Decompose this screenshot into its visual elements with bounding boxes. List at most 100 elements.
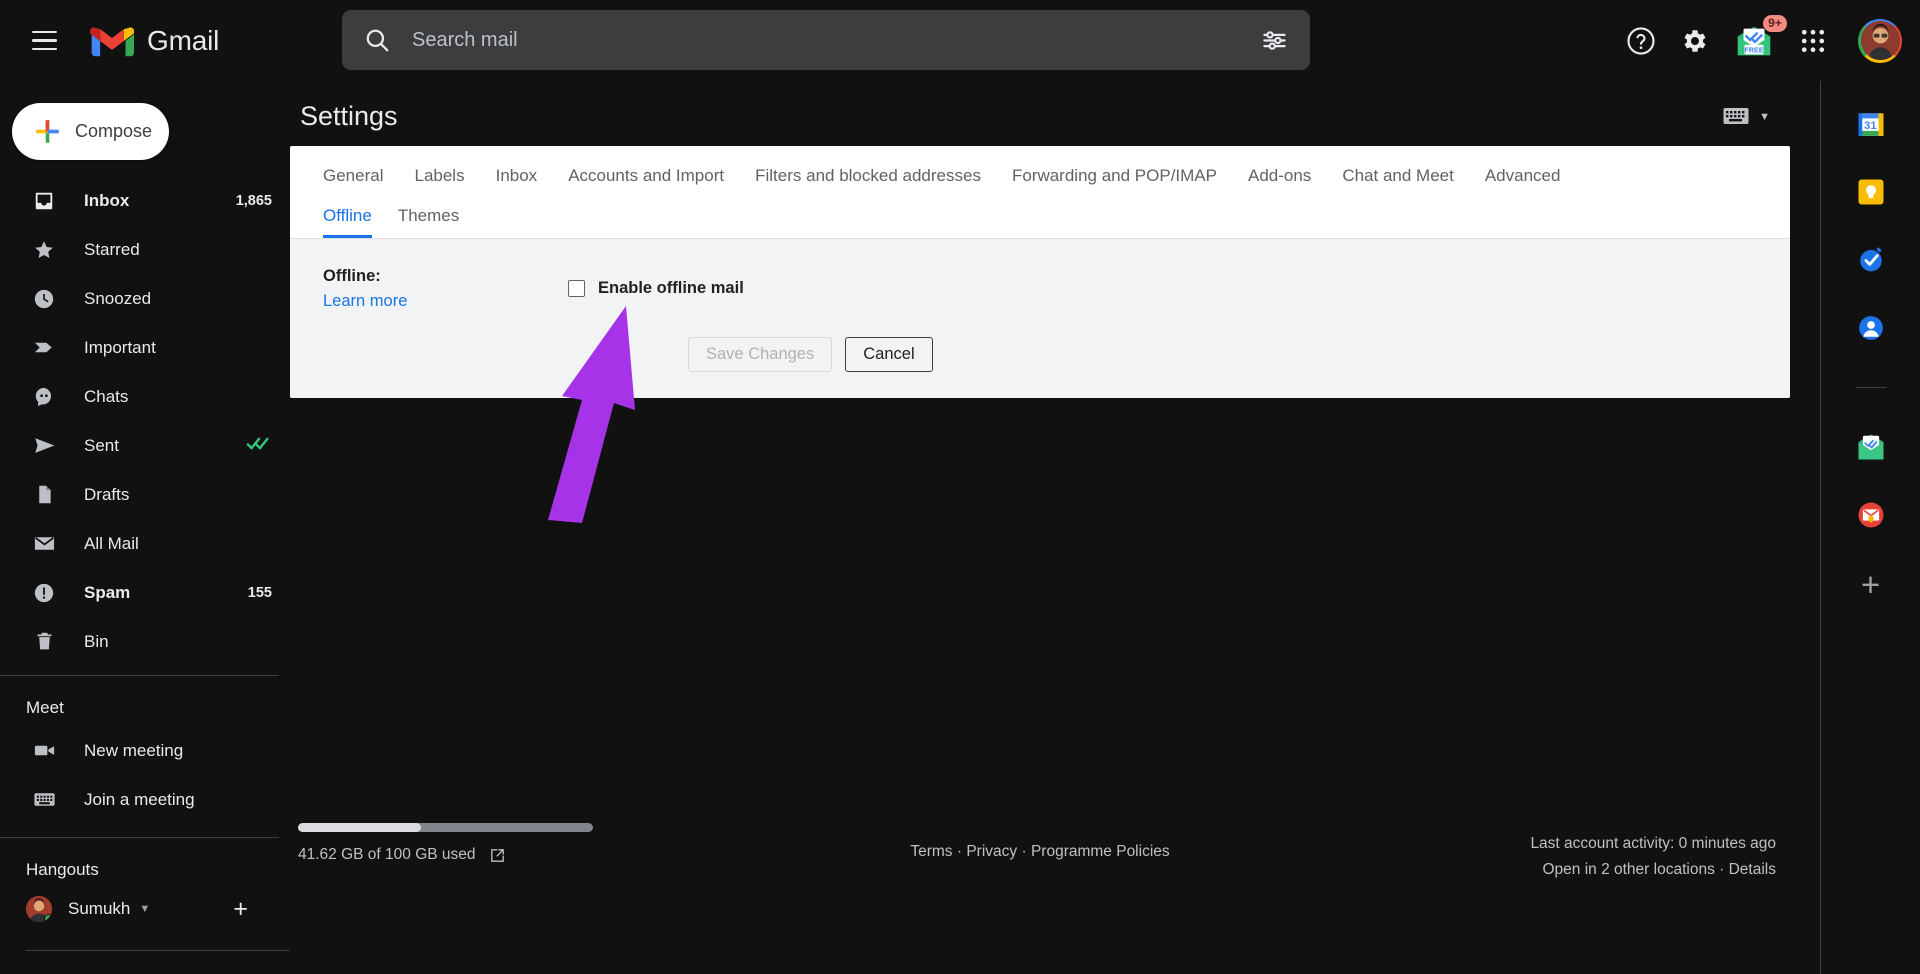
sidebar-item-new-meeting[interactable]: New meeting (0, 726, 290, 775)
header-actions: FREE 9+ (1626, 0, 1902, 81)
compose-label: Compose (75, 121, 153, 141)
sidebar-item-snoozed[interactable]: Snoozed (0, 274, 290, 323)
mailtrack-badge: 9+ (1763, 14, 1787, 32)
sidebar-item-join-meeting[interactable]: Join a meeting (0, 775, 290, 824)
keyboard-icon (32, 788, 56, 812)
tune-options-icon[interactable] (1261, 27, 1288, 54)
rail-divider (1855, 387, 1886, 388)
storage-bar (298, 823, 593, 832)
google-calendar-icon[interactable]: 31 (1856, 109, 1886, 139)
hangouts-section-heading: Hangouts (26, 860, 99, 879)
compose-button[interactable]: Compose (12, 103, 169, 160)
sidebar-item-important[interactable]: Important (0, 323, 290, 372)
sidebar-item-drafts[interactable]: Drafts (0, 470, 290, 519)
sidebar-item-spam[interactable]: Spam 155 (0, 568, 290, 617)
offline-label-group: Offline: Learn more (323, 265, 568, 311)
subtab-themes[interactable]: Themes (398, 206, 459, 238)
sidebar-item-starred[interactable]: Starred (0, 225, 290, 274)
brand-name: Gmail (147, 24, 220, 56)
terms-link[interactable]: Terms (910, 843, 952, 860)
tab-accounts-and-import[interactable]: Accounts and Import (568, 166, 724, 192)
google-tasks-icon[interactable] (1856, 245, 1886, 275)
send-icon (32, 434, 56, 458)
offline-settings-panel: Offline: Learn more Enable offline mail … (290, 239, 1790, 398)
tab-labels[interactable]: Labels (414, 166, 464, 192)
enable-offline-mail-row[interactable]: Enable offline mail (568, 265, 744, 311)
sidebar-item-label: Sent (84, 435, 119, 455)
chat-icon (32, 385, 56, 409)
account-avatar[interactable] (1858, 18, 1902, 63)
sidebar-item-count: 155 (247, 584, 272, 601)
sidebar-item-label: New meeting (84, 740, 184, 760)
tab-inbox[interactable]: Inbox (496, 166, 538, 192)
input-tools-control[interactable]: ▼ (1723, 107, 1770, 126)
details-link[interactable]: Details (1729, 861, 1776, 878)
gmail-settings-page: Gmail Search mail FREE 9+ Compose Inbox … (0, 0, 1920, 974)
top-bar: Gmail Search mail FREE 9+ (0, 0, 1920, 81)
privacy-link[interactable]: Privacy (966, 843, 1017, 860)
plus-compose-icon (36, 120, 59, 143)
main-content: Settings ▼ General Labels Inbox Accounts… (290, 81, 1820, 974)
save-changes-button[interactable]: Save Changes (688, 336, 833, 372)
boomerang-addon-icon[interactable] (1856, 500, 1886, 530)
tab-advanced[interactable]: Advanced (1485, 166, 1561, 192)
search-icon (366, 29, 389, 52)
sidebar-item-count: 1,865 (235, 192, 272, 209)
mailtrack-addon-icon[interactable] (1856, 432, 1886, 462)
left-sidebar: Compose Inbox 1,865 Starred Snoozed Impo… (0, 81, 290, 974)
google-apps-icon[interactable] (1798, 26, 1828, 56)
sidebar-item-sent[interactable]: Sent (0, 421, 290, 470)
google-contacts-icon[interactable] (1856, 313, 1886, 343)
spam-icon (32, 581, 56, 605)
page-title: Settings (300, 101, 398, 131)
sidebar-item-label: Bin (84, 631, 109, 651)
avatar-photo-icon (1860, 21, 1900, 60)
offline-row: Offline: Learn more Enable offline mail (290, 239, 1790, 311)
google-keep-icon[interactable] (1856, 177, 1886, 207)
open-locations-text: Open in 2 other locations (1542, 860, 1715, 878)
sidebar-divider-3 (26, 950, 290, 951)
inbox-icon (32, 189, 56, 213)
tab-filters-and-blocked-addresses[interactable]: Filters and blocked addresses (755, 166, 981, 192)
sidebar-item-all-mail[interactable]: All Mail (0, 519, 290, 568)
support-icon[interactable] (1626, 26, 1656, 56)
hangouts-avatar (26, 896, 52, 922)
chevron-down-icon[interactable]: ▼ (139, 903, 150, 915)
tab-general[interactable]: General (323, 166, 383, 192)
cancel-button[interactable]: Cancel (845, 336, 933, 372)
settings-subtabs: Offline Themes (290, 192, 1790, 238)
svg-text:FREE: FREE (1744, 46, 1763, 54)
subtab-offline[interactable]: Offline (323, 206, 372, 238)
settings-card: General Labels Inbox Accounts and Import… (290, 146, 1790, 398)
sidebar-item-chats[interactable]: Chats (0, 372, 290, 421)
hangouts-add-icon[interactable]: + (233, 896, 248, 922)
hangouts-user-row[interactable]: Sumukh ▼ + (0, 888, 290, 922)
sidebar-item-label: Join a meeting (84, 789, 195, 809)
offline-actions: Save Changes Cancel (290, 311, 1790, 398)
important-icon (32, 336, 56, 360)
settings-gear-icon[interactable] (1680, 26, 1710, 56)
tab-chat-and-meet[interactable]: Chat and Meet (1342, 166, 1454, 192)
brand-logo[interactable]: Gmail (90, 24, 219, 58)
settings-tabs: General Labels Inbox Accounts and Import… (290, 146, 1790, 192)
right-side-panel: 31 + (1820, 81, 1920, 974)
programme-policies-link[interactable]: Programme Policies (1031, 843, 1170, 860)
last-account-activity: Last account activity: 0 minutes ago (1530, 835, 1776, 852)
sidebar-item-bin[interactable]: Bin (0, 617, 290, 666)
learn-more-link[interactable]: Learn more (323, 292, 407, 311)
storage-bar-fill (298, 823, 421, 832)
search-input[interactable] (412, 28, 1261, 52)
enable-offline-mail-label[interactable]: Enable offline mail (598, 279, 744, 298)
sidebar-item-inbox[interactable]: Inbox 1,865 (0, 176, 290, 225)
search-bar[interactable] (342, 10, 1310, 70)
enable-offline-mail-checkbox[interactable] (568, 280, 585, 298)
tab-add-ons[interactable]: Add-ons (1248, 166, 1311, 192)
sidebar-item-label: Important (84, 337, 156, 357)
mailtrack-icon[interactable]: FREE 9+ (1734, 14, 1787, 58)
tab-forwarding-and-pop-imap[interactable]: Forwarding and POP/IMAP (1012, 166, 1217, 192)
sidebar-item-label: Spam (84, 582, 131, 602)
open-locations-row: Open in 2 other locations · Details (1530, 857, 1776, 883)
hamburger-menu-icon[interactable] (20, 17, 68, 65)
sidebar-item-label: All Mail (84, 533, 139, 553)
get-addons-icon[interactable]: + (1861, 568, 1880, 601)
